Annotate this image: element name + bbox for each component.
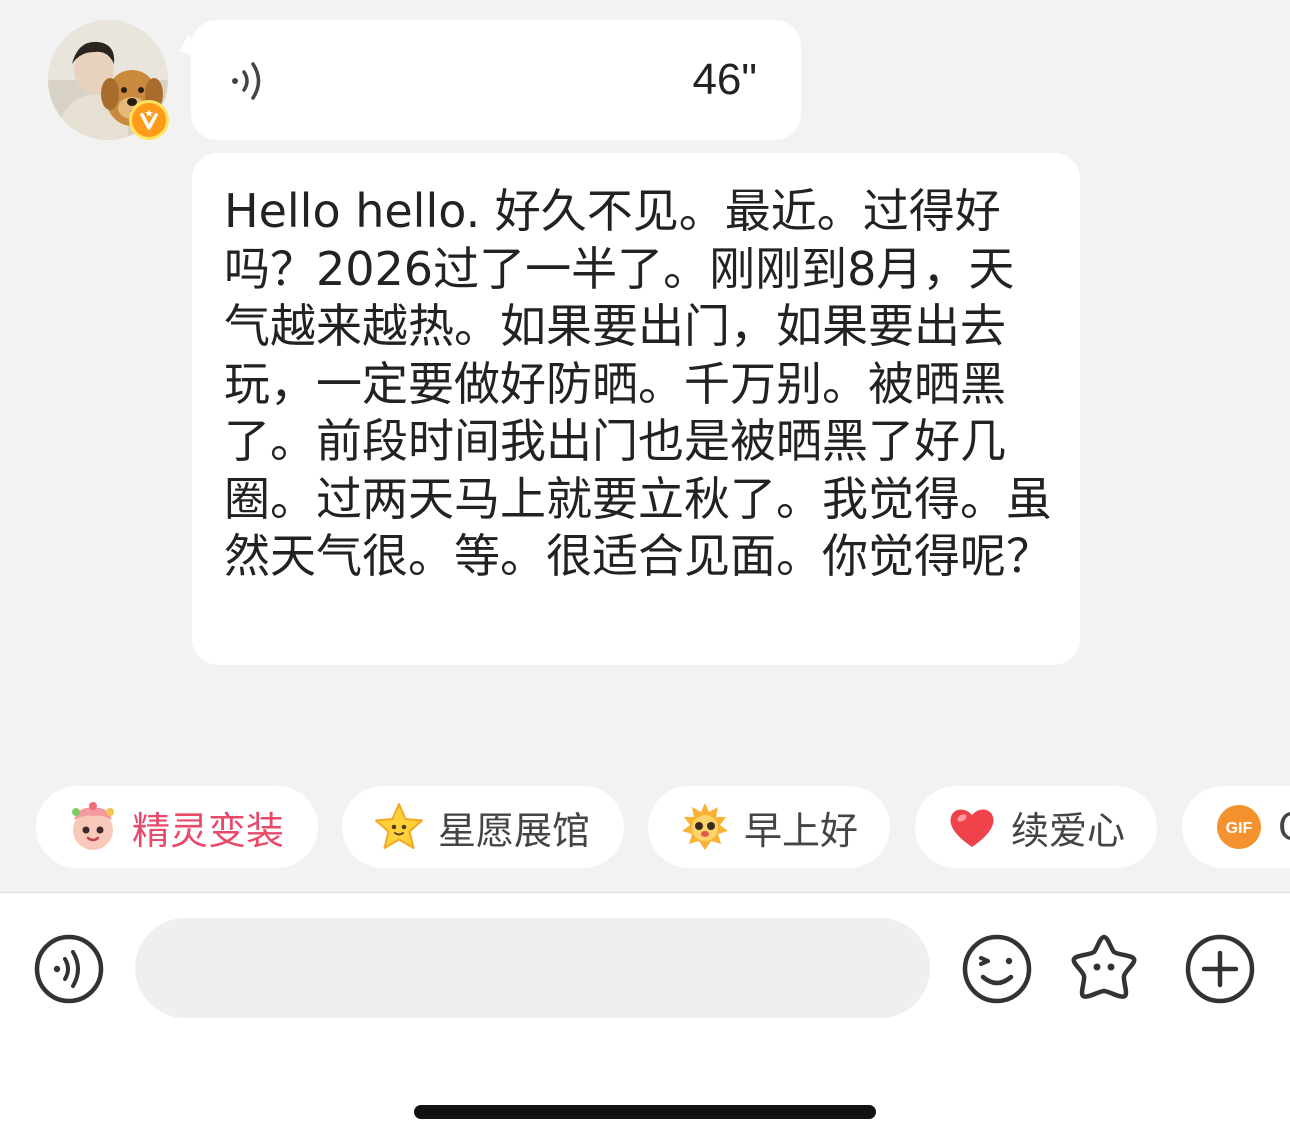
quick-reply-label: 续爱心 [1011, 808, 1126, 853]
message-text: Hello hello. 好久不见。最近。过得好吗？2026过了一半了。刚刚到8… [224, 184, 1052, 583]
quick-reply-label: G [1278, 805, 1290, 849]
message-input[interactable] [135, 918, 930, 1018]
quick-reply-star-wish[interactable]: 星愿展馆 [342, 786, 624, 868]
quick-reply-bar: 精灵变装 星愿展馆 早上好 续爱心 GIF G [0, 786, 1290, 868]
quick-reply-gif[interactable]: GIF G [1182, 786, 1290, 868]
voice-message-bubble[interactable]: 46" [191, 20, 801, 140]
star-face-icon[interactable] [1068, 931, 1140, 1003]
quick-reply-continue-love[interactable]: 续爱心 [915, 786, 1157, 868]
gif-icon: GIF [1217, 805, 1261, 849]
quick-reply-label: 早上好 [744, 808, 859, 853]
star-icon [375, 803, 423, 849]
quick-reply-sprite-costume[interactable]: 精灵变装 [36, 786, 318, 868]
input-bar [0, 892, 1290, 1145]
home-indicator [414, 1105, 876, 1119]
plus-icon[interactable] [1184, 933, 1256, 1005]
verified-badge-icon [129, 100, 169, 140]
heart-icon [950, 809, 994, 847]
chat-area: 46" Hello hello. 好久不见。最近。过得好吗？2026过了一半了。… [0, 0, 1290, 892]
smiley-icon[interactable] [961, 933, 1033, 1005]
quick-reply-label: 星愿展馆 [438, 808, 591, 853]
sound-wave-icon [232, 62, 261, 100]
text-message-bubble[interactable]: Hello hello. 好久不见。最近。过得好吗？2026过了一半了。刚刚到8… [192, 153, 1080, 665]
sender-avatar[interactable] [48, 20, 169, 140]
sun-face-icon [682, 803, 728, 850]
svg-text:GIF: GIF [1226, 820, 1253, 837]
sprite-costume-icon [72, 802, 114, 850]
voice-duration: 46" [692, 55, 757, 104]
quick-reply-good-morning[interactable]: 早上好 [648, 786, 890, 868]
voice-wave-icon[interactable] [33, 933, 105, 1005]
quick-reply-label: 精灵变装 [132, 808, 285, 853]
